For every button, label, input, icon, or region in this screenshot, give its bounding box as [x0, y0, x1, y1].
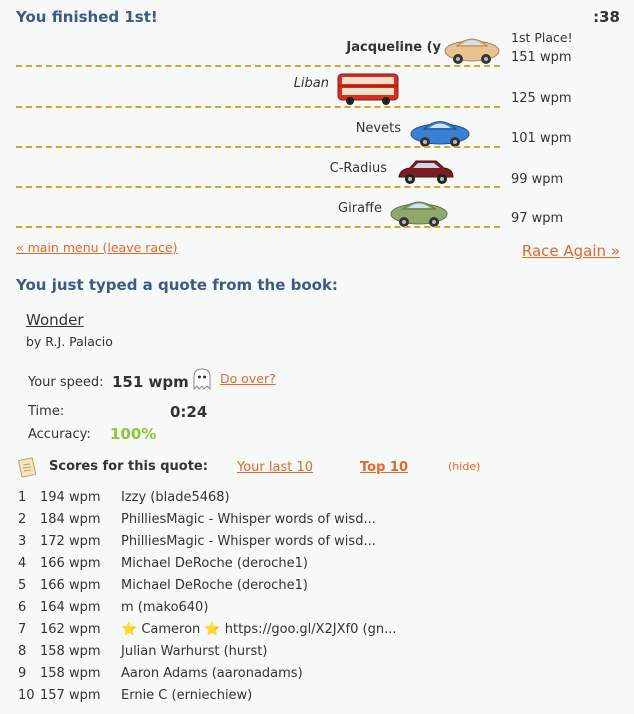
racer-wpm-4: 99 wpm — [511, 172, 564, 187]
row-wpm: 158 wpm — [40, 644, 101, 659]
row-wpm: 162 wpm — [40, 622, 101, 637]
main-menu-link[interactable]: « main menu (leave race) — [16, 240, 178, 255]
racer-name-2: Liban — [293, 76, 329, 91]
row-rank: 9 — [18, 666, 27, 681]
row-wpm: 166 wpm — [40, 578, 101, 593]
speed-value: 151 wpm — [112, 373, 189, 391]
racer-name-1: Jacqueline (y — [346, 40, 441, 55]
racer-wpm-5: 97 wpm — [511, 211, 564, 226]
row-rank: 7 — [18, 622, 27, 637]
row-user: Ernie C (erniechiew) — [121, 688, 253, 703]
row-rank: 8 — [18, 644, 27, 659]
do-over-link[interactable]: Do over? — [220, 371, 276, 386]
first-place-label: 1st Place! — [511, 30, 573, 45]
table-row: 10 157 wpm Ernie C (erniechiew) — [0, 688, 634, 710]
row-user: PhilliesMagic - Whisper words of wisd... — [121, 534, 376, 549]
hide-scores-link[interactable]: (hide) — [448, 460, 480, 473]
quote-source-heading: You just typed a quote from the book: — [16, 276, 338, 294]
scores-label: Scores for this quote: — [49, 459, 208, 474]
row-wpm: 166 wpm — [40, 556, 101, 571]
row-wpm: 158 wpm — [40, 666, 101, 681]
time-value: 0:24 — [170, 403, 208, 421]
racer-name-5: Giraffe — [338, 201, 382, 216]
book-title-link[interactable]: Wonder — [26, 311, 84, 329]
table-row: 5 166 wpm Michael DeRoche (deroche1) — [0, 578, 634, 600]
clipboard-icon — [18, 457, 37, 478]
row-user: Michael DeRoche (deroche1) — [121, 578, 308, 593]
accuracy-value: 100% — [110, 425, 157, 443]
row-wpm: 194 wpm — [40, 490, 101, 505]
lane-divider — [16, 186, 500, 188]
tab-top-10[interactable]: Top 10 — [360, 460, 408, 475]
row-user: m (mako640) — [121, 600, 209, 615]
row-user: Julian Warhurst (hurst) — [121, 644, 268, 659]
racer-name-4: C-Radius — [329, 161, 387, 176]
table-row: 1 194 wpm Izzy (blade5468) — [0, 490, 634, 512]
lane-divider — [16, 226, 500, 228]
lane-divider — [16, 65, 500, 67]
row-user: Michael DeRoche (deroche1) — [121, 556, 308, 571]
table-row: 7 162 wpm ⭐ Cameron ⭐ https://goo.gl/X2J… — [0, 622, 634, 644]
row-user: PhilliesMagic - Whisper words of wisd... — [121, 512, 376, 527]
racer-wpm-3: 101 wpm — [511, 131, 572, 146]
racer-name-3: Nevets — [355, 121, 401, 136]
race-timer: :38 — [593, 8, 620, 26]
table-row: 9 158 wpm Aaron Adams (aaronadams) — [0, 666, 634, 688]
tab-your-last-10[interactable]: Your last 10 — [237, 460, 313, 475]
lane-divider — [16, 106, 500, 108]
racer-wpm-1: 151 wpm — [511, 50, 572, 65]
table-row: 8 158 wpm Julian Warhurst (hurst) — [0, 644, 634, 666]
speed-label: Your speed: — [28, 375, 104, 390]
tan-beetle-car-icon — [444, 38, 500, 64]
row-wpm: 164 wpm — [40, 600, 101, 615]
accuracy-label: Accuracy: — [28, 427, 91, 442]
green-beetle-car-icon — [390, 201, 448, 227]
racer-wpm-2: 125 wpm — [511, 91, 572, 106]
blue-beetle-car-icon — [410, 121, 470, 147]
ghost-icon[interactable] — [191, 367, 213, 391]
row-user: Izzy (blade5468) — [121, 490, 230, 505]
race-again-link[interactable]: Race Again » — [522, 242, 620, 260]
row-user: ⭐ Cameron ⭐ https://goo.gl/X2JXf0 (gn... — [121, 622, 397, 637]
table-row: 4 166 wpm Michael DeRoche (deroche1) — [0, 556, 634, 578]
row-rank: 5 — [18, 578, 27, 593]
row-rank: 4 — [18, 556, 27, 571]
row-rank: 2 — [18, 512, 27, 527]
lane-divider — [16, 146, 500, 148]
time-label: Time: — [28, 404, 65, 419]
red-double-decker-bus-icon — [337, 73, 399, 105]
row-rank: 3 — [18, 534, 27, 549]
row-rank: 6 — [18, 600, 27, 615]
book-author: by R.J. Palacio — [26, 334, 113, 349]
table-row: 6 164 wpm m (mako640) — [0, 600, 634, 622]
table-row: 2 184 wpm PhilliesMagic - Whisper words … — [0, 512, 634, 534]
row-rank: 10 — [18, 688, 35, 703]
row-rank: 1 — [18, 490, 27, 505]
row-wpm: 172 wpm — [40, 534, 101, 549]
row-wpm: 184 wpm — [40, 512, 101, 527]
row-wpm: 157 wpm — [40, 688, 101, 703]
row-user: Aaron Adams (aaronadams) — [121, 666, 303, 681]
table-row: 3 172 wpm PhilliesMagic - Whisper words … — [0, 534, 634, 556]
race-result-title: You finished 1st! — [16, 8, 158, 26]
maroon-car-icon — [398, 160, 454, 184]
